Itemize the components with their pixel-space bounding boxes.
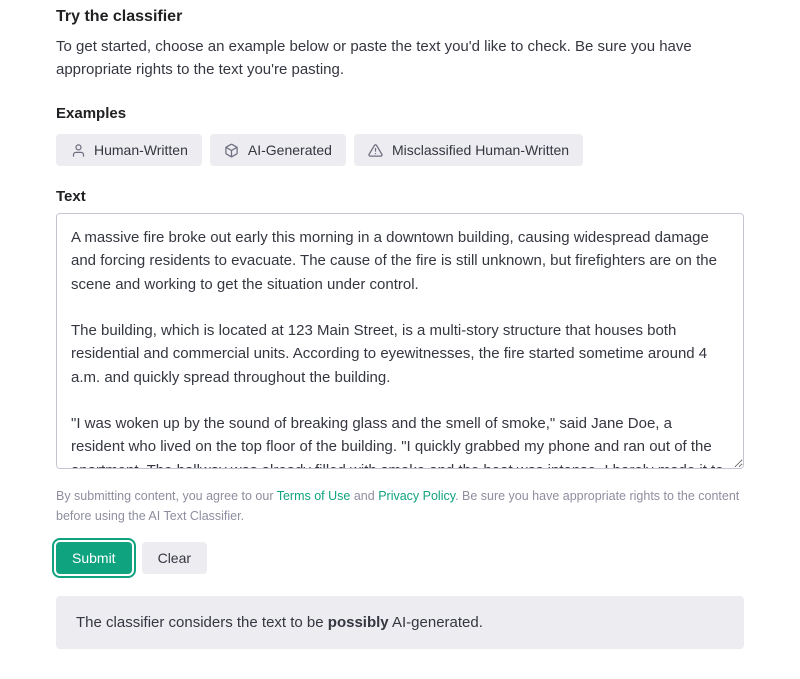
section-title: Try the classifier — [56, 8, 744, 26]
example-chip-misclassified[interactable]: Misclassified Human-Written — [354, 134, 583, 166]
privacy-policy-link[interactable]: Privacy Policy — [378, 489, 455, 503]
user-icon — [70, 142, 86, 158]
disclaimer-text: By submitting content, you agree to our … — [56, 486, 744, 526]
result-prefix: The classifier considers the text to be — [76, 614, 328, 631]
terms-of-use-link[interactable]: Terms of Use — [277, 489, 351, 503]
result-verdict: possibly — [328, 614, 389, 631]
text-input[interactable] — [56, 213, 744, 469]
example-chip-label: Human-Written — [94, 142, 188, 158]
result-box: The classifier considers the text to be … — [56, 596, 744, 649]
cube-icon — [224, 142, 240, 158]
disclaimer-middle: and — [350, 489, 378, 503]
example-chip-ai-generated[interactable]: AI-Generated — [210, 134, 346, 166]
result-suffix: AI-generated. — [389, 614, 483, 631]
examples-title: Examples — [56, 105, 744, 122]
button-row: Submit Clear — [56, 542, 744, 574]
example-chip-label: Misclassified Human-Written — [392, 142, 569, 158]
disclaimer-prefix: By submitting content, you agree to our — [56, 489, 277, 503]
example-chip-label: AI-Generated — [248, 142, 332, 158]
example-chip-human-written[interactable]: Human-Written — [56, 134, 202, 166]
intro-text: To get started, choose an example below … — [56, 36, 744, 81]
textarea-label: Text — [56, 188, 744, 205]
examples-row: Human-Written AI-Generated Misclassified… — [56, 134, 744, 166]
submit-button[interactable]: Submit — [56, 542, 132, 574]
warning-triangle-icon — [368, 142, 384, 158]
clear-button[interactable]: Clear — [142, 542, 207, 574]
